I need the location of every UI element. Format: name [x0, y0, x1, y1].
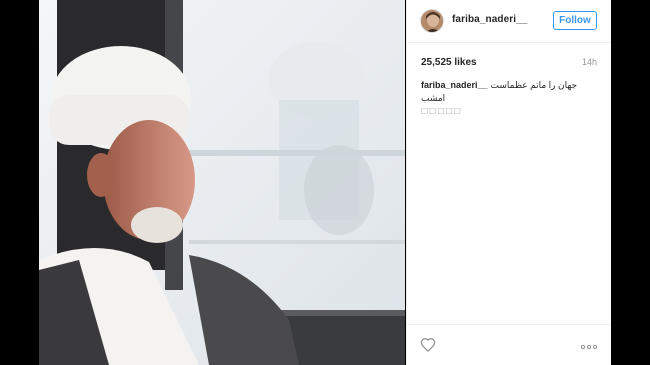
likes-count[interactable]: 25,525 likes: [421, 57, 477, 68]
post-caption: fariba_naderi__ جهان را ماتم عظماست امشب …: [421, 79, 601, 118]
post-time[interactable]: 14h: [582, 57, 597, 67]
avatar[interactable]: [420, 9, 444, 33]
caption-emoji: ☐☐☐☐☐: [421, 107, 462, 116]
username-link[interactable]: fariba_naderi__: [452, 14, 527, 25]
post-photo[interactable]: [39, 0, 405, 365]
post-side-panel: fariba_naderi__ Follow 25,525 likes 14h …: [406, 0, 612, 365]
post-header: fariba_naderi__ Follow: [407, 0, 612, 43]
more-options-icon[interactable]: [580, 339, 598, 350]
follow-button[interactable]: Follow: [553, 11, 597, 30]
letterbox-right: [611, 0, 650, 365]
caption-username[interactable]: fariba_naderi__: [421, 80, 488, 90]
letterbox-left: [0, 0, 39, 365]
post-footer: [407, 324, 612, 365]
heart-outline-icon[interactable]: [420, 337, 436, 353]
instagram-post-view: fariba_naderi__ Follow 25,525 likes 14h …: [0, 0, 650, 365]
